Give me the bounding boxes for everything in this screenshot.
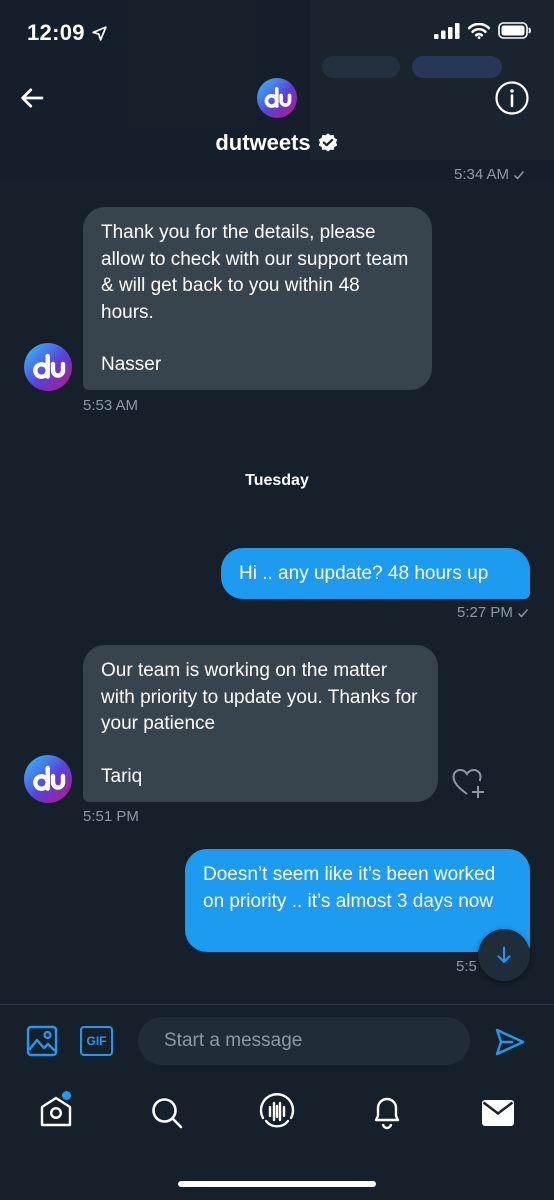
message-timestamp: 5:27 PM [457, 604, 529, 621]
background-ghost-pill [322, 56, 400, 78]
arrow-down-icon [497, 946, 511, 963]
timestamp-text: 5:27 PM [457, 604, 513, 621]
message-input-placeholder: Start a message [164, 1030, 303, 1051]
sent-check-icon [514, 170, 525, 180]
message-timestamp: 5:53 AM [83, 397, 139, 414]
back-button[interactable] [14, 80, 50, 116]
sender-avatar[interactable] [24, 755, 72, 803]
sent-check-icon [517, 608, 528, 618]
message-timestamp: 5:34 AM [454, 166, 525, 183]
message-signature: Tariq [101, 765, 143, 787]
notification-dot [62, 1091, 71, 1100]
message-timestamp: 5:51 PM [83, 808, 139, 825]
scroll-to-bottom-button[interactable] [478, 929, 530, 981]
outgoing-message-bubble[interactable]: Hi .. any update? 48 hours up [221, 548, 530, 599]
message-text: Our team is working on the matter with p… [101, 660, 418, 734]
timestamp-text: 5:34 AM [454, 166, 510, 183]
home-indicator [178, 1181, 376, 1187]
message-timestamp: 5:5 [456, 958, 477, 975]
signal-icon [434, 22, 460, 39]
contact-name: dutweets [215, 130, 311, 155]
info-icon [495, 81, 529, 115]
message-text: Doesn’t seem like it’s been worked on pr… [203, 864, 496, 912]
outgoing-message-bubble[interactable]: Doesn’t seem like it’s been worked on pr… [185, 849, 530, 952]
message-text: Thank you for the details, please allow … [101, 222, 409, 323]
conversation-header-title[interactable]: dutweets [0, 130, 554, 156]
message-text: Hi .. any update? 48 hours up [239, 563, 489, 584]
send-icon[interactable] [494, 1026, 526, 1058]
back-arrow-icon [21, 88, 44, 108]
gif-label: GIF [86, 1034, 107, 1048]
verified-badge-icon [318, 133, 337, 152]
battery-icon [498, 22, 531, 39]
background-ghost-pill [412, 56, 502, 78]
notifications-bell-icon[interactable] [370, 1094, 404, 1130]
spaces-icon[interactable] [258, 1092, 296, 1130]
status-time-text: 12:09 [27, 20, 85, 45]
sender-avatar[interactable] [24, 343, 72, 391]
incoming-message-bubble[interactable]: Our team is working on the matter with p… [83, 645, 438, 802]
wifi-icon [468, 22, 490, 39]
gif-button[interactable]: GIF [80, 1026, 113, 1056]
message-input[interactable]: Start a message [138, 1017, 470, 1065]
day-separator: Tuesday [245, 472, 309, 489]
media-image-icon[interactable] [26, 1025, 58, 1057]
messages-mail-icon[interactable] [481, 1099, 515, 1127]
search-icon[interactable] [150, 1096, 184, 1130]
conversation-info-button[interactable] [494, 80, 530, 116]
status-bar-time: 12:09 [27, 20, 108, 46]
add-reaction-heart-icon[interactable] [451, 766, 485, 800]
incoming-message-bubble[interactable]: Thank you for the details, please allow … [83, 207, 432, 390]
location-arrow-icon [92, 25, 107, 41]
composer-divider [0, 1004, 554, 1005]
message-signature: Nasser [101, 354, 162, 375]
profile-avatar[interactable] [257, 78, 297, 118]
status-bar-indicators [434, 22, 532, 39]
